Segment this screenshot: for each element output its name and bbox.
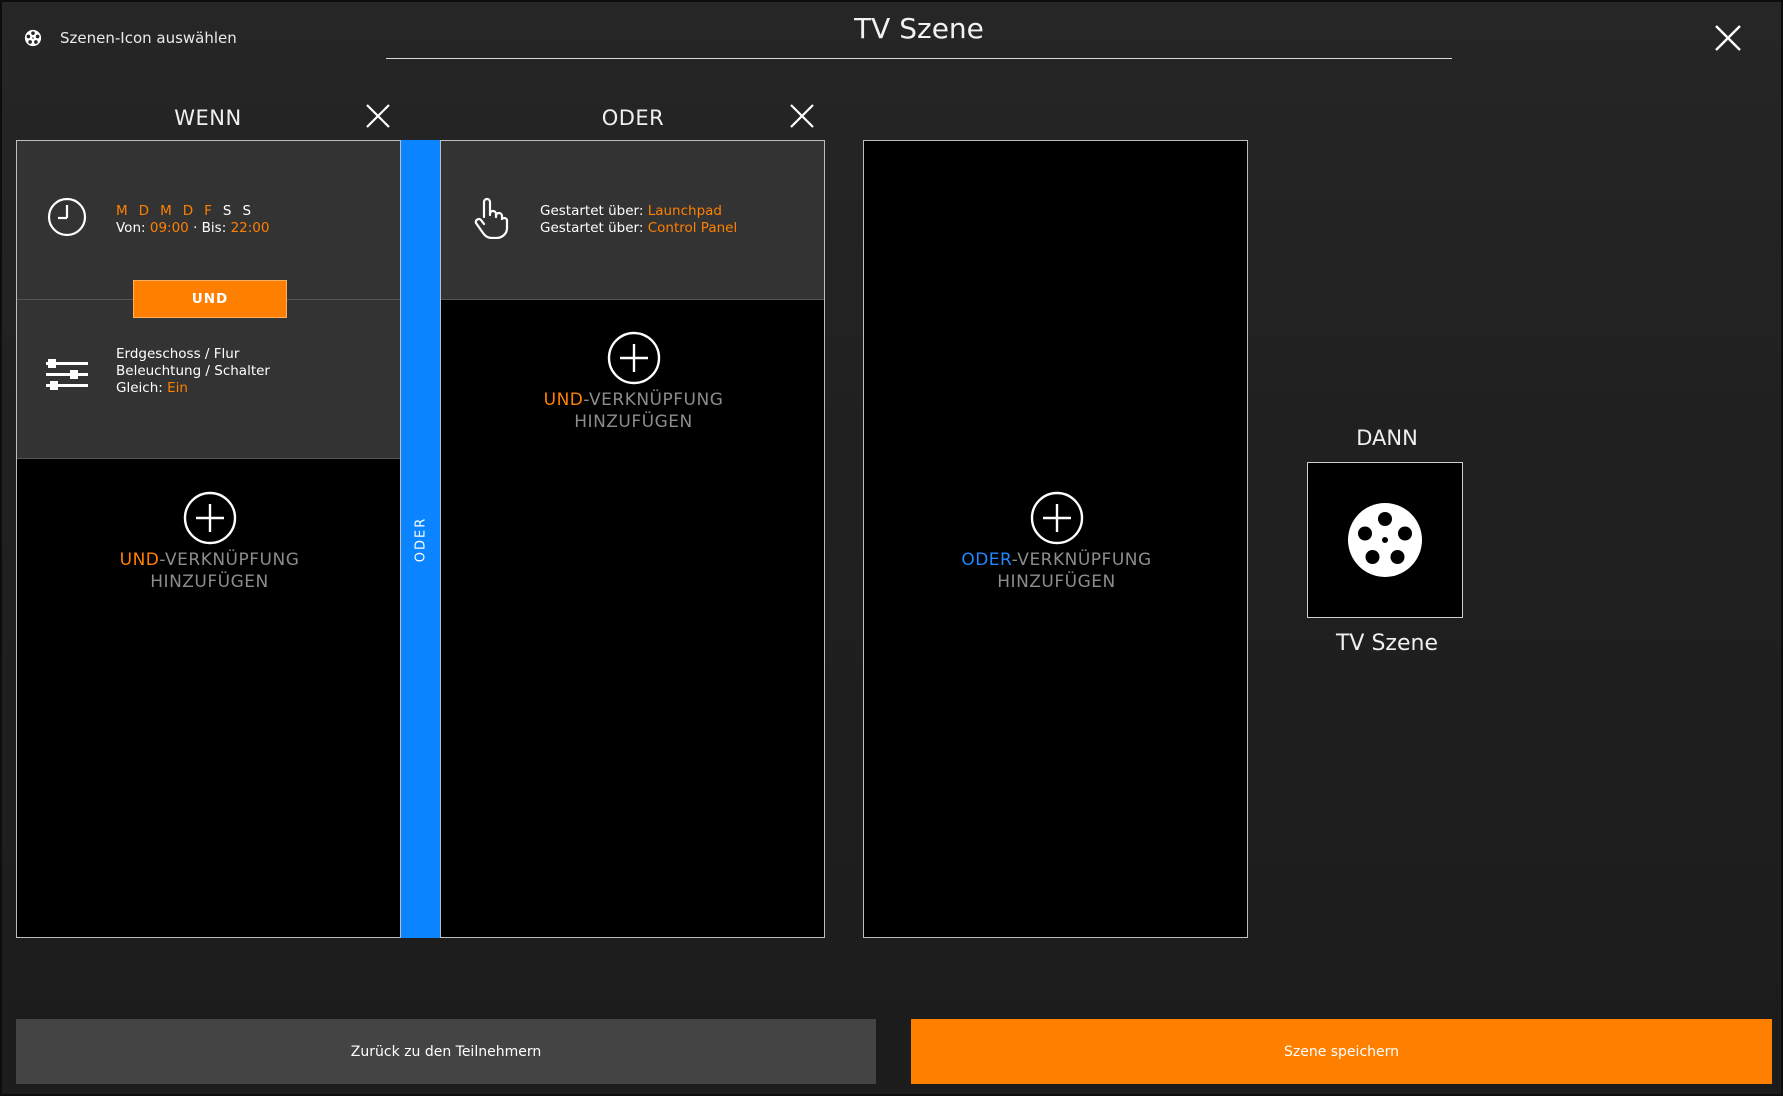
close-window-button[interactable] bbox=[1712, 22, 1744, 54]
weekday: M bbox=[160, 203, 172, 219]
weekday: S bbox=[242, 203, 252, 219]
scene-editor-window: Szenen-Icon auswählen TV Szene WENN ODER bbox=[0, 0, 1783, 1096]
von-label: Von: bbox=[116, 220, 146, 236]
dann-heading: DANN bbox=[1356, 426, 1418, 450]
scene-icon-tile[interactable] bbox=[1307, 462, 1463, 618]
add-link-suffix: -VERKNÜPFUNG bbox=[1011, 550, 1152, 570]
launch-value: Control Panel bbox=[647, 220, 738, 236]
film-reel-icon bbox=[24, 29, 42, 47]
save-scene-button[interactable]: Szene speichern bbox=[911, 1019, 1772, 1084]
launch-condition-card[interactable]: Gestartet über: Launchpad Gestartet über… bbox=[441, 141, 824, 300]
add-link-suffix: -VERKNÜPFUNG bbox=[583, 390, 724, 410]
page-title: TV Szene bbox=[854, 12, 984, 45]
title-underline bbox=[386, 58, 1452, 59]
bis-label: Bis: bbox=[201, 220, 227, 236]
add-link-line2: HINZUFÜGEN bbox=[150, 572, 269, 592]
add-link-suffix: -VERKNÜPFUNG bbox=[159, 550, 300, 570]
remove-wenn-button[interactable] bbox=[362, 100, 394, 132]
add-link-prefix: UND bbox=[119, 550, 160, 570]
launch-value: Launchpad bbox=[647, 203, 722, 219]
film-reel-icon bbox=[1348, 503, 1422, 577]
launch-label: Gestartet über: bbox=[540, 220, 644, 236]
condition-label: Gleich: bbox=[116, 380, 163, 396]
time-range: Von: 09:00 · Bis: 22:00 bbox=[116, 220, 269, 237]
close-icon bbox=[366, 104, 390, 128]
plus-circle-icon bbox=[1030, 491, 1083, 545]
weekday: S bbox=[222, 203, 232, 219]
weekday: M bbox=[116, 203, 128, 219]
device-type: Beleuchtung / Schalter bbox=[116, 363, 270, 379]
launch-row-2: Gestartet über: Control Panel bbox=[540, 220, 737, 237]
scene-name: TV Szene bbox=[1335, 631, 1438, 656]
oder-connector-bar: ODER bbox=[401, 140, 440, 938]
device-condition-card[interactable]: Erdgeschoss / Flur Beleuchtung / Schalte… bbox=[17, 300, 400, 459]
oder-panel: Gestartet über: Launchpad Gestartet über… bbox=[440, 140, 825, 938]
oder-heading: ODER bbox=[601, 106, 665, 130]
add-und-link-wenn[interactable]: UND-VERKNÜPFUNG HINZUFÜGEN bbox=[17, 491, 402, 593]
add-und-link-oder[interactable]: UND-VERKNÜPFUNG HINZUFÜGEN bbox=[441, 331, 826, 433]
weekday: F bbox=[204, 203, 212, 219]
back-to-participants-button[interactable]: Zurück zu den Teilnehmern bbox=[16, 1019, 876, 1084]
launch-label: Gestartet über: bbox=[540, 203, 644, 219]
weekday: D bbox=[182, 203, 194, 219]
close-icon bbox=[790, 104, 814, 128]
bis-value: 22:00 bbox=[230, 220, 270, 236]
weekday: D bbox=[138, 203, 150, 219]
add-link-line2: HINZUFÜGEN bbox=[997, 572, 1116, 592]
new-oder-panel: ODER-VERKNÜPFUNG HINZUFÜGEN bbox=[863, 140, 1248, 938]
sliders-icon bbox=[46, 359, 88, 390]
clock-icon bbox=[47, 197, 87, 237]
add-link-prefix: UND bbox=[543, 390, 584, 410]
close-icon bbox=[1715, 25, 1741, 51]
plus-circle-icon bbox=[607, 331, 660, 385]
time-separator: · bbox=[193, 220, 198, 236]
und-connector-badge[interactable]: UND bbox=[133, 280, 287, 318]
launch-row-1: Gestartet über: Launchpad bbox=[540, 203, 737, 220]
oder-connector-label: ODER bbox=[413, 516, 428, 562]
condition-value: Ein bbox=[167, 380, 188, 396]
add-oder-link[interactable]: ODER-VERKNÜPFUNG HINZUFÜGEN bbox=[864, 491, 1249, 593]
von-value: 09:00 bbox=[149, 220, 189, 236]
add-link-line2: HINZUFÜGEN bbox=[574, 412, 693, 432]
device-condition: Gleich: Ein bbox=[116, 380, 270, 397]
wenn-heading: WENN bbox=[174, 106, 242, 130]
remove-oder-button[interactable] bbox=[786, 100, 818, 132]
device-location: Erdgeschoss / Flur bbox=[116, 346, 240, 362]
plus-circle-icon bbox=[183, 491, 236, 545]
time-condition-card[interactable]: MDMDFSS Von: 09:00 · Bis: 22:00 bbox=[17, 141, 400, 300]
scene-icon-select[interactable]: Szenen-Icon auswählen bbox=[24, 24, 237, 52]
pointer-hand-icon bbox=[474, 197, 509, 239]
add-link-prefix: ODER bbox=[961, 550, 1012, 570]
weekday-list: MDMDFSS bbox=[116, 203, 269, 220]
scene-icon-select-label: Szenen-Icon auswählen bbox=[60, 29, 237, 47]
wenn-panel: MDMDFSS Von: 09:00 · Bis: 22:00 Erdgesch… bbox=[16, 140, 401, 938]
